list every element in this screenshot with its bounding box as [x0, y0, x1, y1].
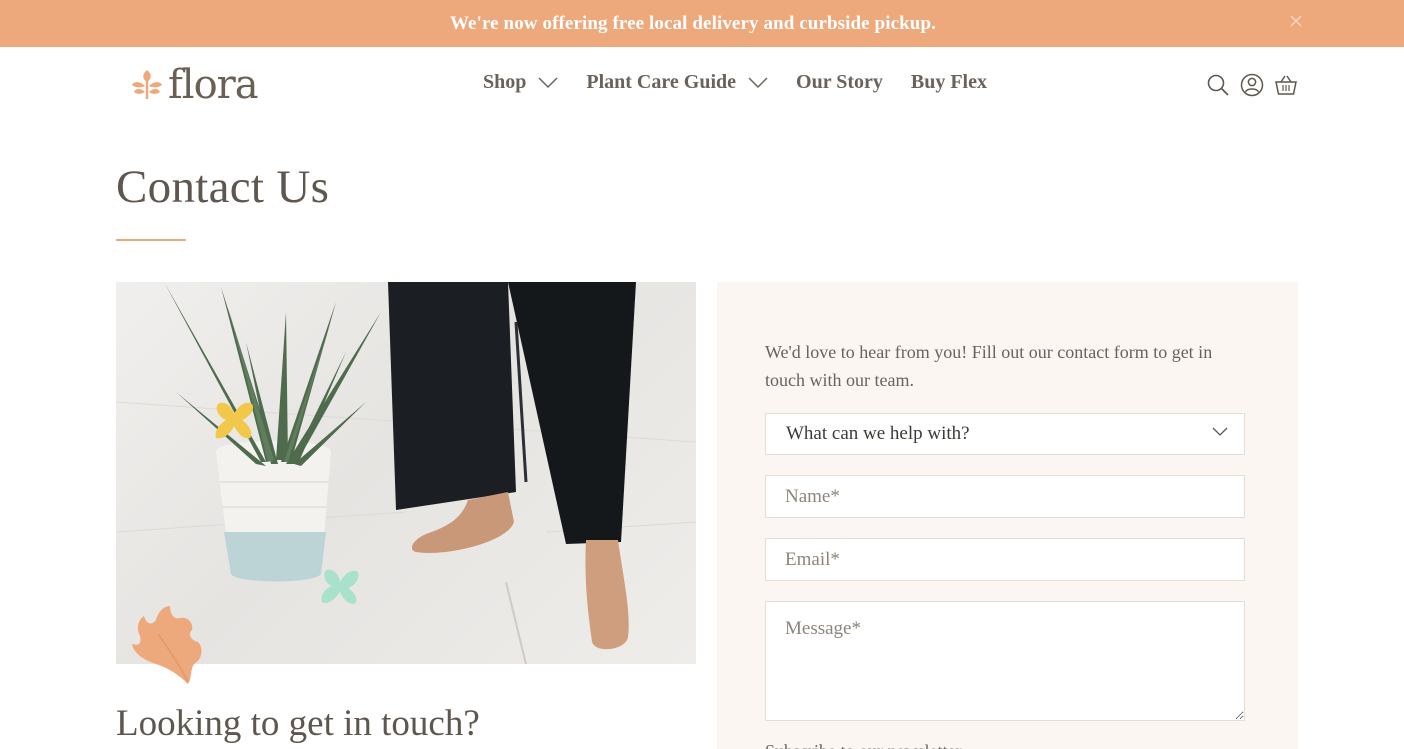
- main-nav: Shop Plant Care Guide Our Story Buy Flex: [483, 71, 1015, 94]
- leaf-decoration-icon: [128, 604, 208, 691]
- form-intro: We'd love to hear from you! Fill out our…: [765, 342, 1213, 390]
- cart-icon[interactable]: [1274, 73, 1298, 97]
- title-underline: [116, 239, 186, 241]
- nav-item-label: Plant Care Guide: [586, 71, 737, 93]
- topic-select[interactable]: What can we help with?: [765, 413, 1245, 455]
- name-field-wrapper: [765, 475, 1245, 518]
- nav-item-plant-care-guide[interactable]: Plant Care Guide: [586, 71, 768, 94]
- search-icon[interactable]: [1206, 73, 1230, 97]
- topic-select-value: What can we help with?: [786, 423, 970, 444]
- message-field[interactable]: [766, 602, 1244, 720]
- logo[interactable]: flora: [130, 62, 259, 108]
- site-header: flora Shop Plant Care Guide Our Story Bu…: [0, 47, 1404, 127]
- contact-form-panel: We'd love to hear from you! Fill out our…: [717, 282, 1298, 749]
- email-field-wrapper: [765, 538, 1245, 581]
- nav-item-label: Our Story: [796, 71, 883, 93]
- account-icon[interactable]: [1240, 73, 1264, 97]
- nav-item-our-story[interactable]: Our Story: [796, 71, 883, 94]
- chevron-down-icon: [1212, 427, 1228, 437]
- header-icons: [1206, 73, 1298, 97]
- close-icon[interactable]: [1284, 9, 1308, 33]
- nav-item-label: Shop: [483, 71, 527, 93]
- page-title: Contact Us: [116, 161, 330, 213]
- newsletter-text: Subscribe to our newsletter: [765, 741, 961, 749]
- nav-item-label: Buy Flex: [910, 71, 987, 93]
- chevron-down-icon: [538, 76, 558, 89]
- section-heading: Looking to get in touch?: [116, 703, 480, 744]
- leaf-icon: [130, 66, 164, 105]
- nav-item-buy-flex[interactable]: Buy Flex: [911, 71, 987, 94]
- announcement-text: We're now offering free local delivery a…: [450, 12, 936, 34]
- email-field[interactable]: [766, 539, 1244, 580]
- nav-item-shop[interactable]: Shop: [483, 71, 558, 94]
- chevron-down-icon: [748, 76, 768, 89]
- name-field[interactable]: [766, 476, 1244, 517]
- message-field-wrapper: [765, 601, 1245, 721]
- logo-text: flora: [168, 62, 259, 108]
- announcement-bar: We're now offering free local delivery a…: [0, 0, 1404, 47]
